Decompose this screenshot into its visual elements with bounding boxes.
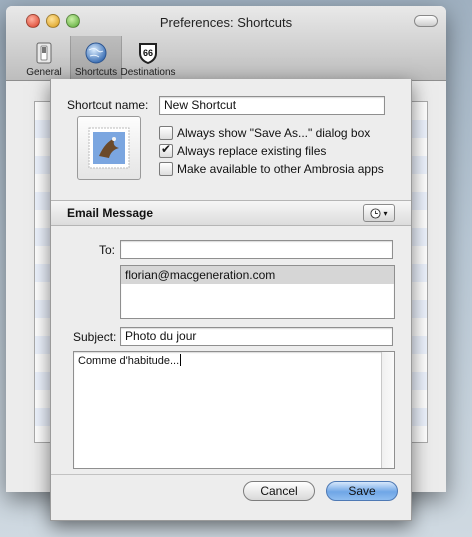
clock-icon xyxy=(370,207,382,219)
history-popup-button[interactable]: ▾ xyxy=(363,204,395,222)
cancel-button[interactable]: Cancel xyxy=(243,481,315,501)
window-title: Preferences: Shortcuts xyxy=(159,15,293,30)
shortcut-sheet: Shortcut name: New Shortcut Always show … xyxy=(50,79,412,521)
chevron-down-icon: ▾ xyxy=(383,208,388,218)
message-body-text: Comme d'habitude... xyxy=(78,354,182,367)
shortcut-name-field[interactable]: New Shortcut xyxy=(159,96,385,115)
option-always-show-save-as[interactable]: Always show "Save As..." dialog box xyxy=(159,126,370,140)
shortcut-name-label: Shortcut name: xyxy=(67,98,149,112)
tab-shortcuts-label: Shortcuts xyxy=(74,67,118,78)
title-bar: Preferences: Shortcuts General Shortcuts… xyxy=(6,6,446,81)
option-make-available-label: Make available to other Ambrosia apps xyxy=(177,162,384,176)
globe-icon xyxy=(85,42,107,64)
bottom-divider xyxy=(51,474,411,475)
list-item[interactable]: florian@macgeneration.com xyxy=(121,266,394,284)
toolbar-toggle-button[interactable] xyxy=(414,15,438,27)
tab-general-label: General xyxy=(26,67,62,78)
message-body-field[interactable]: Comme d'habitude... xyxy=(73,351,395,469)
tab-destinations-label: Destinations xyxy=(120,67,176,78)
route-66-icon: 66 xyxy=(139,43,157,65)
option-make-available-checkbox[interactable] xyxy=(159,162,173,176)
route-badge-text: 66 xyxy=(143,48,153,58)
app-icon-well[interactable] xyxy=(77,116,141,180)
to-field[interactable] xyxy=(120,240,393,259)
option-make-available[interactable]: Make available to other Ambrosia apps xyxy=(159,162,384,176)
option-always-replace-files-checkbox[interactable] xyxy=(159,142,173,158)
tab-destinations[interactable]: 66 Destinations xyxy=(120,36,176,80)
switch-icon xyxy=(36,42,52,64)
subject-label: Subject: xyxy=(73,330,117,344)
option-always-show-save-as-label: Always show "Save As..." dialog box xyxy=(177,126,371,140)
option-always-replace-files-label: Always replace existing files xyxy=(177,144,327,158)
mail-stamp-icon xyxy=(88,127,130,169)
to-label: To: xyxy=(99,243,116,257)
tab-general[interactable]: General xyxy=(20,36,68,80)
option-always-replace-files[interactable]: Always replace existing files xyxy=(159,142,327,158)
option-always-show-save-as-checkbox[interactable] xyxy=(159,126,173,140)
save-button[interactable]: Save xyxy=(326,481,398,501)
tab-shortcuts[interactable]: Shortcuts xyxy=(70,36,122,80)
preferences-toolbar: General Shortcuts 66 Destinations xyxy=(20,36,176,80)
email-section-header: Email Message ▾ xyxy=(51,200,411,226)
subject-field[interactable]: Photo du jour xyxy=(120,327,393,346)
recipients-list[interactable]: florian@macgeneration.com xyxy=(120,265,395,319)
text-caret xyxy=(180,354,182,366)
section-title: Email Message xyxy=(67,206,154,220)
message-body-content: Comme d'habitude... xyxy=(78,355,180,367)
body-scrollbar[interactable] xyxy=(381,352,394,468)
